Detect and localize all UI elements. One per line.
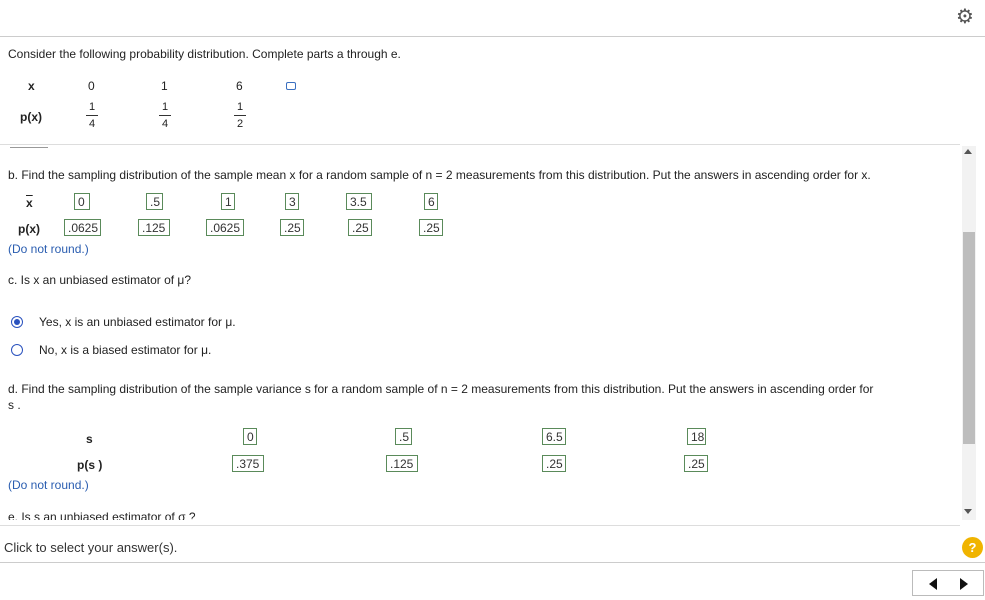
collapse-icon[interactable] bbox=[286, 82, 296, 90]
ps2-input-2[interactable]: .25 bbox=[542, 455, 566, 472]
pxbar-label: p(x) bbox=[18, 222, 40, 236]
prev-arrow-icon[interactable] bbox=[929, 578, 937, 590]
ps2-input-1[interactable]: .125 bbox=[386, 455, 418, 472]
part-b-text: b. Find the sampling distribution of the… bbox=[8, 168, 871, 182]
dist-p-2-den: 2 bbox=[236, 118, 244, 130]
gear-icon[interactable]: ⚙ bbox=[954, 5, 976, 27]
part-d-note: (Do not round.) bbox=[8, 478, 89, 492]
part-c-question: c. Is x an unbiased estimator of μ? bbox=[8, 273, 192, 287]
section-divider bbox=[0, 144, 960, 145]
xbar-input-3[interactable]: 3 bbox=[285, 193, 299, 210]
s2-input-0[interactable]: 0 bbox=[243, 428, 257, 445]
pxbar-input-5[interactable]: .25 bbox=[419, 219, 443, 236]
dist-x-1: 1 bbox=[161, 79, 168, 93]
dist-p-0-num: 1 bbox=[88, 101, 96, 113]
pxbar-input-2[interactable]: .0625 bbox=[206, 219, 244, 236]
pxbar-input-1[interactable]: .125 bbox=[138, 219, 170, 236]
xbar-input-0[interactable]: 0 bbox=[74, 193, 90, 210]
dist-p-1-num: 1 bbox=[161, 101, 169, 113]
pxbar-input-0[interactable]: .0625 bbox=[64, 219, 101, 236]
top-divider bbox=[0, 36, 985, 37]
dist-p-0: 14 bbox=[84, 101, 100, 130]
dist-x-label: x bbox=[28, 79, 35, 93]
s2-input-2[interactable]: 6.5 bbox=[542, 428, 566, 445]
part-b-note: (Do not round.) bbox=[8, 242, 89, 256]
prompt-text: Consider the following probability distr… bbox=[8, 47, 401, 61]
radio-no[interactable] bbox=[11, 344, 23, 356]
pxbar-input-4[interactable]: .25 bbox=[348, 219, 372, 236]
part-e-clip: e. Is s an unbiased estimator of σ ? bbox=[0, 508, 960, 520]
option-no-label[interactable]: No, x is a biased estimator for μ. bbox=[39, 343, 211, 357]
dist-p-2-num: 1 bbox=[236, 101, 244, 113]
help-icon[interactable]: ? bbox=[962, 537, 983, 558]
footer-hint: Click to select your answer(s). bbox=[4, 540, 178, 555]
dist-px-label: p(x) bbox=[20, 110, 42, 124]
dist-p-0-den: 4 bbox=[88, 118, 96, 130]
radio-yes[interactable] bbox=[11, 316, 23, 328]
part-d-text-line2: s . bbox=[8, 398, 21, 412]
xbar-input-2[interactable]: 1 bbox=[221, 193, 235, 210]
part-e-text: e. Is s an unbiased estimator of σ ? bbox=[8, 510, 196, 520]
dist-p-1: 14 bbox=[157, 101, 173, 130]
s2-input-3[interactable]: 18 bbox=[687, 428, 706, 445]
xbar-label: x bbox=[26, 196, 33, 210]
divider-handle bbox=[10, 144, 48, 148]
nav-box bbox=[912, 570, 984, 596]
dist-x-0: 0 bbox=[88, 79, 95, 93]
next-arrow-icon[interactable] bbox=[960, 578, 968, 590]
scrollbar-thumb[interactable] bbox=[963, 232, 975, 444]
dist-x-2: 6 bbox=[236, 79, 243, 93]
part-d-text-line1: d. Find the sampling distribution of the… bbox=[8, 382, 874, 396]
dist-p-1-den: 4 bbox=[161, 118, 169, 130]
scroll-down-icon[interactable] bbox=[964, 509, 972, 514]
scroll-up-icon[interactable] bbox=[964, 149, 972, 154]
s2-input-1[interactable]: .5 bbox=[395, 428, 412, 445]
xbar-input-4[interactable]: 3.5 bbox=[346, 193, 372, 210]
footer-divider bbox=[0, 562, 985, 563]
xbar-input-5[interactable]: 6 bbox=[424, 193, 438, 210]
ps2-input-3[interactable]: .25 bbox=[684, 455, 708, 472]
option-yes-label[interactable]: Yes, x is an unbiased estimator for μ. bbox=[39, 315, 236, 329]
xbar-input-1[interactable]: .5 bbox=[146, 193, 163, 210]
ps2-input-0[interactable]: .375 bbox=[232, 455, 264, 472]
s2-label: s bbox=[86, 432, 93, 446]
ps2-label: p(s ) bbox=[77, 458, 103, 472]
pxbar-input-3[interactable]: .25 bbox=[280, 219, 304, 236]
dist-p-2: 12 bbox=[232, 101, 248, 130]
footer-divider-top bbox=[0, 525, 960, 526]
